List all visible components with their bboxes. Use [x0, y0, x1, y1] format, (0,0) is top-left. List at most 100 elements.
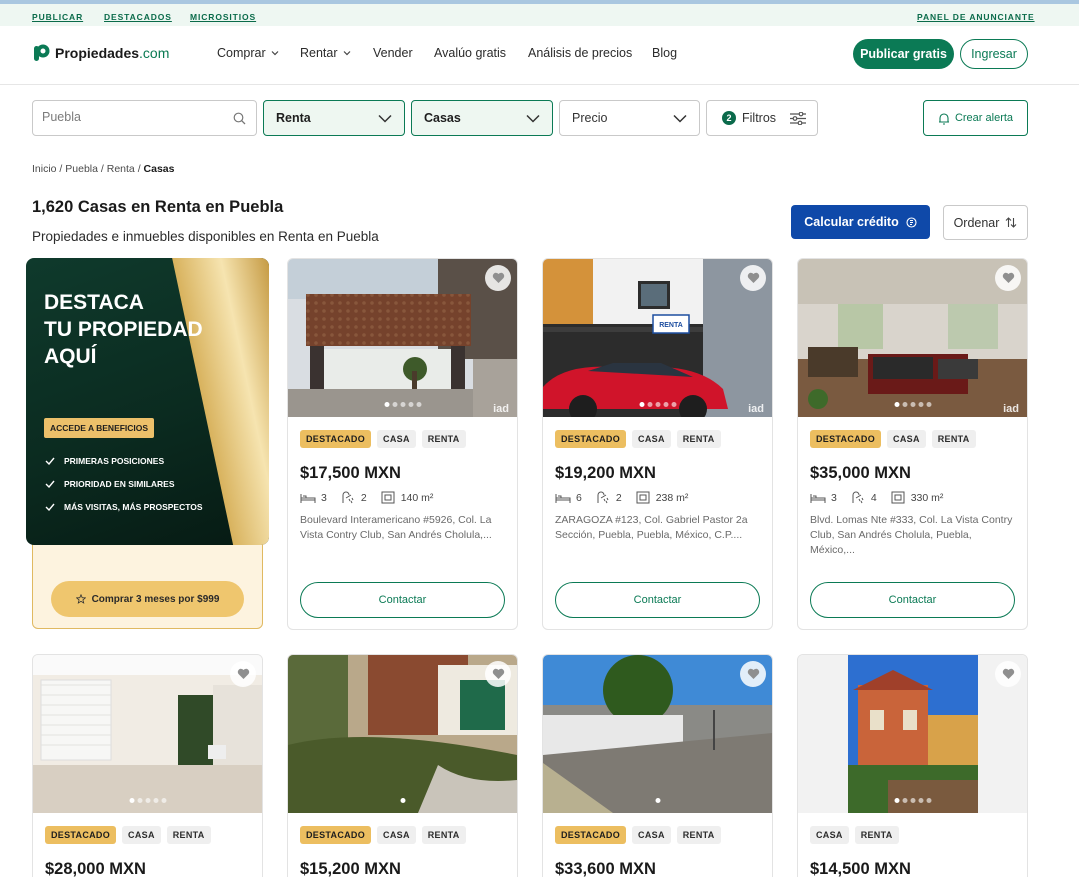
promo-title: DESTACA TU PROPIEDAD AQUÍ: [44, 291, 203, 368]
bathrooms: 4: [850, 491, 877, 504]
listing-address: Blvd. Lomas Nte #333, Col. La Vista Cont…: [810, 514, 1013, 556]
link-destacados[interactable]: DESTACADOS: [104, 12, 172, 22]
for-rent-sign: RENTA: [659, 322, 683, 329]
bathrooms: 2: [340, 491, 367, 504]
type-tag: CASA: [810, 826, 849, 844]
breadcrumb-puebla[interactable]: Puebla: [65, 163, 98, 175]
carousel-dots: [639, 402, 676, 407]
type-tag: CASA: [632, 826, 671, 844]
type-tag: CASA: [632, 430, 671, 448]
contact-button[interactable]: Contactar: [810, 582, 1015, 618]
listing-photo[interactable]: iad: [288, 259, 517, 417]
listing-tags: DESTACADO CASA RENTA: [555, 826, 721, 844]
link-panel-anunciante[interactable]: PANEL DE ANUNCIANTE: [917, 12, 1035, 22]
listing-photo[interactable]: RENTA iad: [543, 259, 772, 417]
promo-benefits-badge: ACCEDE A BENEFICIOS: [44, 418, 155, 438]
contact-button[interactable]: Contactar: [555, 582, 760, 618]
logo[interactable]: Propiedades.com: [32, 43, 169, 63]
listing-photo[interactable]: [543, 655, 772, 813]
link-micrositios[interactable]: MICROSITIOS: [190, 12, 256, 22]
listing-card[interactable]: DESTACADO CASA RENTA $15,200 MXN: [287, 654, 518, 877]
listing-photo[interactable]: iad: [798, 259, 1027, 417]
create-alert-button[interactable]: Crear alerta: [923, 100, 1028, 136]
type-tag: CASA: [377, 826, 416, 844]
favorite-button[interactable]: [485, 265, 511, 291]
promo-benefit-label: PRIMERAS POSICIONES: [64, 456, 165, 466]
listing-card[interactable]: RENTA iad DESTACADO CASA RENTA $19,200 M…: [542, 258, 773, 630]
promo-benefit: PRIORIDAD EN SIMILARES: [45, 479, 175, 489]
location-search-input[interactable]: [42, 110, 222, 124]
bedrooms: 3: [810, 491, 837, 504]
chevron-down-icon: [378, 114, 392, 123]
logo-icon: [34, 44, 50, 61]
listing-price: $15,200 MXN: [300, 860, 401, 877]
nav-blog[interactable]: Blog: [652, 46, 677, 60]
chevron-down-icon: [526, 114, 540, 123]
listing-card[interactable]: CASA RENTA $14,500 MXN: [797, 654, 1028, 877]
featured-tag: DESTACADO: [300, 430, 372, 448]
listing-card[interactable]: iad DESTACADO CASA RENTA $35,000 MXN 3 4…: [797, 258, 1028, 630]
price-dropdown[interactable]: Precio: [559, 100, 700, 136]
check-icon: [45, 457, 55, 465]
filters-button[interactable]: 2 Filtros: [706, 100, 818, 136]
featured-tag: DESTACADO: [300, 826, 372, 844]
area: 330 m²: [890, 491, 943, 504]
bedrooms-value: 3: [321, 491, 327, 504]
listing-tags: DESTACADO CASA RENTA: [555, 430, 721, 448]
calculate-credit-button[interactable]: Calcular crédito: [791, 205, 930, 239]
heart-icon: [492, 668, 504, 679]
listing-tags: DESTACADO CASA RENTA: [300, 826, 466, 844]
favorite-button[interactable]: [740, 661, 766, 687]
search-icon[interactable]: [233, 112, 246, 125]
nav-comprar[interactable]: Comprar: [217, 46, 279, 60]
shower-icon: [342, 491, 354, 504]
heart-icon: [1002, 668, 1014, 679]
favorite-button[interactable]: [230, 661, 256, 687]
link-publicar[interactable]: PUBLICAR: [32, 12, 83, 22]
bedrooms-value: 3: [831, 491, 837, 504]
heart-icon: [492, 272, 504, 283]
listing-card[interactable]: iad DESTACADO CASA RENTA $17,500 MXN 3 2…: [287, 258, 518, 630]
area-icon: [381, 491, 395, 504]
listing-photo[interactable]: [798, 655, 1027, 813]
breadcrumb-inicio[interactable]: Inicio: [32, 163, 57, 175]
bathrooms-value: 2: [615, 491, 622, 504]
nav-analisis-precios[interactable]: Análisis de precios: [528, 46, 632, 60]
listing-card[interactable]: DESTACADO CASA RENTA $28,000 MXN: [32, 654, 263, 877]
nav-vender[interactable]: Vender: [373, 46, 413, 60]
sort-icon: [1006, 217, 1017, 228]
bathrooms-value: 2: [360, 491, 367, 504]
breadcrumb-separator: /: [56, 163, 66, 175]
contact-button[interactable]: Contactar: [300, 582, 505, 618]
bed-icon: [555, 494, 571, 503]
promo-buy-label: Comprar 3 meses por $999: [91, 593, 220, 605]
publish-button[interactable]: Publicar gratis: [853, 39, 954, 69]
breadcrumb-renta[interactable]: Renta: [107, 163, 135, 175]
area-value: 140 m²: [400, 491, 434, 504]
login-button[interactable]: Ingresar: [960, 39, 1028, 69]
sort-button[interactable]: Ordenar: [943, 205, 1028, 240]
nav-avaluo[interactable]: Avalúo gratis: [434, 46, 506, 60]
favorite-button[interactable]: [995, 661, 1021, 687]
listing-card[interactable]: DESTACADO CASA RENTA $33,600 MXN: [542, 654, 773, 877]
page-subtitle: Propiedades e inmuebles disponibles en R…: [32, 229, 379, 244]
area-icon: [891, 491, 905, 504]
chevron-down-icon: [673, 114, 687, 123]
location-search[interactable]: [32, 100, 257, 136]
bedrooms: 3: [300, 491, 327, 504]
featured-tag: DESTACADO: [555, 430, 627, 448]
listing-tags: CASA RENTA: [810, 826, 899, 844]
listing-features: 3 4 330 m²: [810, 491, 956, 504]
listing-tags: DESTACADO CASA RENTA: [45, 826, 211, 844]
listing-photo[interactable]: [33, 655, 262, 813]
favorite-button[interactable]: [485, 661, 511, 687]
operation-dropdown[interactable]: Renta: [263, 100, 405, 136]
favorite-button[interactable]: [740, 265, 766, 291]
chevron-down-icon: [343, 51, 350, 56]
favorite-button[interactable]: [995, 265, 1021, 291]
promo-buy-button[interactable]: Comprar 3 meses por $999: [51, 581, 244, 617]
nav-rentar[interactable]: Rentar: [300, 46, 351, 60]
property-type-dropdown[interactable]: Casas: [411, 100, 553, 136]
shower-icon: [852, 491, 864, 504]
listing-photo[interactable]: [288, 655, 517, 813]
